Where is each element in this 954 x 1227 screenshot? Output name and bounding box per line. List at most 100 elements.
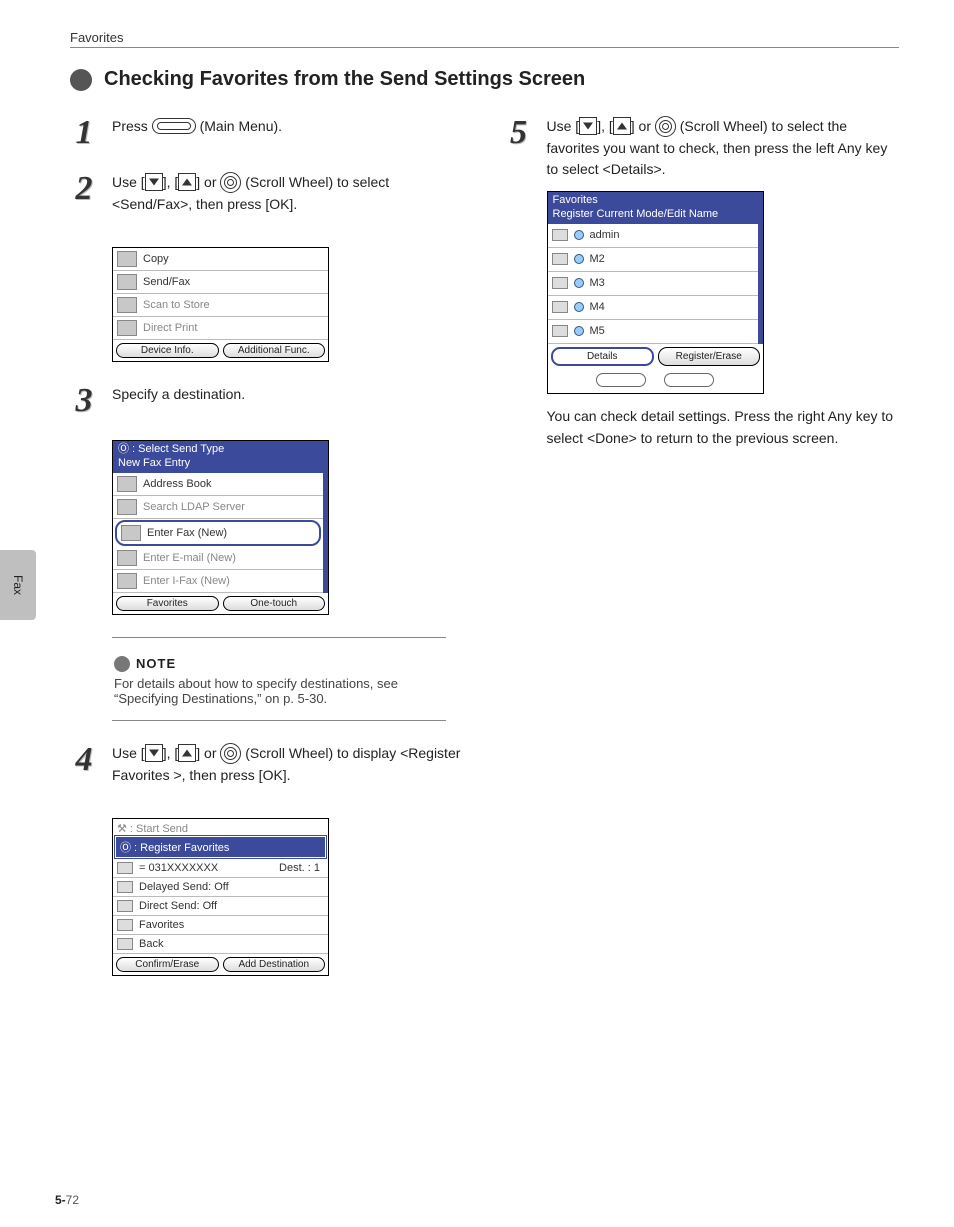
- running-header: Favorites: [70, 30, 899, 48]
- lcd-select-send-type: Ⓞ : Select Send Type New Fax Entry Addre…: [112, 440, 329, 615]
- register-erase-button: Register/Erase: [658, 347, 760, 367]
- lcd3-header1: Ⓞ : Select Send Type: [118, 443, 323, 457]
- scrollbar-icon: [758, 224, 763, 344]
- down-arrow-key-icon: [145, 744, 163, 762]
- lcd4-direct-send: Direct Send: Off: [139, 900, 217, 912]
- scan-icon: [117, 297, 137, 313]
- print-icon: [117, 320, 137, 336]
- lcd5-m4: M4: [590, 299, 605, 316]
- down-arrow-key-icon: [579, 117, 597, 135]
- scrollbar-icon: [323, 473, 328, 593]
- back-icon: [117, 938, 133, 950]
- favorites-icon: [117, 919, 133, 931]
- fax-icon: [117, 862, 133, 874]
- side-tab: Fax: [0, 550, 36, 620]
- step-2: 2 Use [], [] or (Scroll Wheel) to select…: [70, 172, 465, 225]
- lcd4-back: Back: [139, 938, 163, 950]
- pencil-icon: [114, 656, 130, 672]
- list-item: M5: [548, 320, 758, 344]
- list-item: Direct Print: [113, 317, 328, 340]
- list-item: M2: [548, 248, 758, 272]
- ifax-icon: [117, 573, 137, 589]
- lcd-register-favorites: ⚒ : Start Send Ⓞ : Register Favorites = …: [112, 818, 329, 976]
- lcd-item-print: Direct Print: [143, 322, 197, 334]
- step3-text: Specify a destination.: [112, 384, 465, 406]
- favorites-button: Favorites: [116, 596, 219, 611]
- step5-text-c: ] or: [631, 118, 655, 134]
- list-item: Enter I-Fax (New): [113, 570, 323, 593]
- lcd5-header1: Favorites: [553, 194, 758, 208]
- list-item: M3: [548, 272, 758, 296]
- lcd3-enter-email: Enter E-mail (New): [143, 552, 236, 564]
- fax-icon: [121, 525, 141, 541]
- status-dot-icon: [574, 302, 584, 312]
- lcd-item-sendfax: Send/Fax: [143, 276, 190, 288]
- right-any-key-icon: [664, 373, 714, 387]
- side-tab-label: Fax: [11, 575, 25, 595]
- details-button: Details: [551, 347, 655, 367]
- list-item: Direct Send: Off: [113, 897, 328, 916]
- favorite-icon: [552, 229, 568, 241]
- email-icon: [117, 550, 137, 566]
- section-heading: Checking Favorites from the Send Setting…: [70, 68, 899, 91]
- copy-icon: [117, 251, 137, 267]
- page-number-prefix: 5-: [55, 1193, 66, 1207]
- favorite-icon: [552, 253, 568, 265]
- up-arrow-key-icon: [613, 117, 631, 135]
- step-number: 2: [70, 172, 98, 206]
- step1-text-b: (Main Menu).: [196, 118, 282, 134]
- step4-text-a: Use [: [112, 745, 145, 761]
- list-item: Enter E-mail (New): [113, 547, 323, 570]
- device-info-button: Device Info.: [116, 343, 219, 358]
- down-arrow-key-icon: [145, 173, 163, 191]
- note-text: For details about how to specify destina…: [114, 676, 444, 706]
- section-title: Checking Favorites from the Send Setting…: [104, 68, 585, 91]
- lcd5-admin: admin: [590, 227, 620, 244]
- scroll-wheel-icon: [655, 116, 676, 137]
- lcd5-m5: M5: [590, 323, 605, 340]
- list-item-selected: Enter Fax (New): [117, 522, 319, 544]
- list-item: admin: [548, 224, 758, 248]
- lcd3-header2: New Fax Entry: [118, 457, 323, 471]
- lcd4-start-send: ⚒ : Start Send: [113, 819, 328, 835]
- step-number: 1: [70, 116, 98, 150]
- list-item: Address Book: [113, 473, 323, 496]
- status-dot-icon: [574, 326, 584, 336]
- step-5: 5 Use [], [] or (Scroll Wheel) to select…: [505, 116, 900, 460]
- lcd4-register-favorites-hl: Ⓞ : Register Favorites: [115, 836, 326, 858]
- list-item: Back: [113, 935, 328, 954]
- scroll-wheel-icon: [220, 743, 241, 764]
- step-4: 4 Use [], [] or (Scroll Wheel) to displa…: [70, 743, 465, 796]
- status-dot-icon: [574, 278, 584, 288]
- up-arrow-key-icon: [178, 744, 196, 762]
- step4-text-b: ], [: [163, 745, 179, 761]
- list-item: Scan to Store: [113, 294, 328, 317]
- direct-send-icon: [117, 900, 133, 912]
- favorite-icon: [552, 277, 568, 289]
- lcd3-address-book: Address Book: [143, 478, 211, 490]
- bullet-icon: [70, 69, 92, 91]
- lcd-main-menu: Copy Send/Fax Scan to Store Direct Print…: [112, 247, 329, 362]
- scroll-wheel-icon: [220, 172, 241, 193]
- additional-func-button: Additional Func.: [223, 343, 326, 358]
- step5-below-text: You can check detail settings. Press the…: [547, 406, 900, 449]
- list-item: Delayed Send: Off: [113, 878, 328, 897]
- left-any-key-icon: [596, 373, 646, 387]
- lcd4-favorites: Favorites: [139, 919, 184, 931]
- step4-text-c: ] or: [196, 745, 220, 761]
- note-box: NOTE For details about how to specify de…: [112, 637, 446, 721]
- sendfax-icon: [117, 274, 137, 290]
- lcd4-dest-count: Dest. : 1: [279, 862, 324, 874]
- step-1: 1 Press (Main Menu).: [70, 116, 465, 150]
- page-number-value: 72: [66, 1193, 79, 1207]
- step-number: 4: [70, 743, 98, 777]
- addressbook-icon: [117, 476, 137, 492]
- status-dot-icon: [574, 230, 584, 240]
- lcd-favorites-list: Favorites Register Current Mode/Edit Nam…: [547, 191, 764, 394]
- lcd5-header2: Register Current Mode/Edit Name: [553, 208, 758, 222]
- step2-text-b: ], [: [163, 174, 179, 190]
- step5-text-a: Use [: [547, 118, 580, 134]
- lcd3-ldap: Search LDAP Server: [143, 501, 245, 513]
- page-number: 5-72: [55, 1193, 79, 1207]
- favorite-icon: [552, 301, 568, 313]
